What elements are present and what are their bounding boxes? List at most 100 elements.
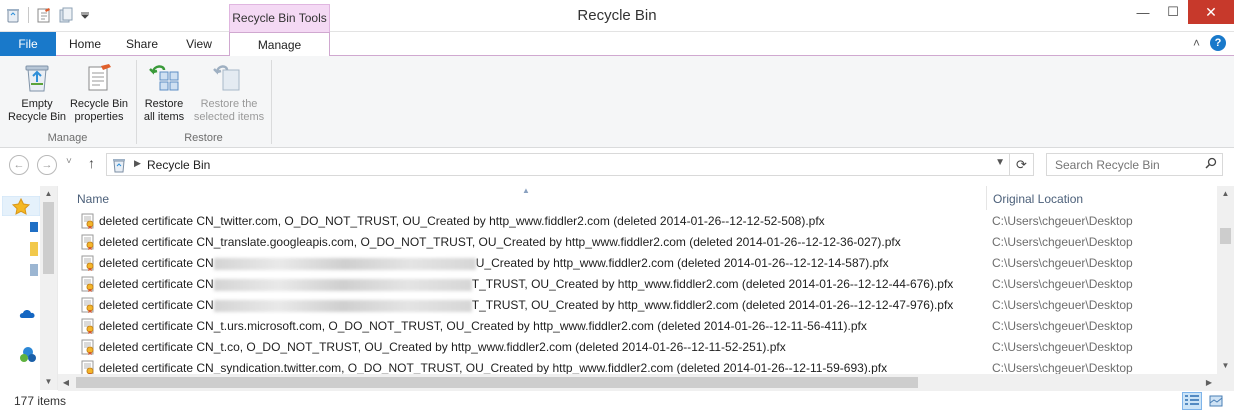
navigation-pane: ▲ ▼ (0, 186, 58, 390)
status-bar: 177 items (0, 391, 1234, 412)
scroll-up-arrow-icon[interactable]: ▲ (40, 186, 57, 202)
search-box[interactable] (1046, 153, 1223, 176)
recent-places-icon[interactable] (30, 264, 38, 276)
table-row[interactable]: deleted certificate CN_syndication.twitt… (58, 357, 1218, 374)
table-row[interactable]: deleted certificate CN T_TRUST, OU_Create… (58, 273, 1218, 294)
desktop-icon[interactable] (30, 222, 38, 232)
search-icon[interactable] (1205, 157, 1217, 172)
address-bar[interactable]: ▶ Recycle Bin ▼ ⟳ (106, 153, 1034, 176)
tab-view[interactable]: View (172, 32, 226, 56)
file-name-suffix: U_Created by http_www.fiddler2.com (dele… (475, 256, 889, 270)
empty-bin-label-line2: Recycle Bin (7, 111, 67, 123)
manage-group: Empty Recycle Bin Recycle Bin properties… (0, 58, 135, 146)
file-list-vertical-scrollbar[interactable]: ▲ ▼ (1217, 186, 1234, 374)
redacted-text (213, 278, 472, 291)
quick-access-toolbar (4, 4, 95, 26)
file-name[interactable]: deleted certificate CN_translate.googlea… (99, 235, 901, 249)
empty-recycle-bin-button[interactable]: Empty Recycle Bin (6, 60, 68, 124)
restore-selected-items-button[interactable]: Restore the selected items (189, 60, 269, 124)
ribbon-right-controls: ˄ ? (1193, 35, 1226, 51)
up-button[interactable]: ↑ (88, 155, 95, 171)
certificate-file-icon (80, 213, 96, 229)
restore-group: Restore all items Restore the selected i… (137, 58, 270, 146)
customize-qat-chevron-icon[interactable] (79, 6, 91, 24)
original-location: C:\Users\chgeuer\Desktop (992, 298, 1133, 312)
tab-home[interactable]: Home (58, 32, 112, 56)
properties-label-line2: properties (74, 111, 124, 123)
file-name[interactable]: deleted certificate CN_syndication.twitt… (99, 361, 887, 374)
minimize-button[interactable]: — (1128, 0, 1158, 24)
file-name-prefix: deleted certificate CN (99, 256, 214, 270)
column-header-name[interactable]: Name (77, 192, 109, 206)
breadcrumb[interactable]: Recycle Bin (147, 158, 210, 172)
certificate-file-icon (80, 339, 96, 355)
file-name[interactable]: deleted certificate CN T_TRUST, OU_Create… (99, 298, 953, 312)
title-bar: Recycle Bin Tools Recycle Bin — ☐ ✕ (0, 0, 1234, 32)
file-name[interactable]: deleted certificate CN T_TRUST, OU_Create… (99, 277, 953, 291)
new-folder-icon[interactable] (57, 6, 75, 24)
manage-group-label: Manage (47, 132, 88, 144)
scroll-up-arrow-icon[interactable]: ▲ (1217, 186, 1234, 202)
address-dropdown-icon[interactable]: ▼ (995, 157, 1005, 168)
collapse-ribbon-icon[interactable]: ˄ (1193, 36, 1200, 50)
table-row[interactable]: deleted certificate CN_t.co, O_DO_NOT_TR… (58, 336, 1218, 357)
scroll-right-arrow-icon[interactable]: ▶ (1201, 374, 1217, 391)
restore-selected-icon (213, 65, 240, 91)
onedrive-icon[interactable] (18, 304, 38, 324)
scroll-thumb[interactable] (43, 202, 54, 274)
table-row[interactable]: deleted certificate CN T_TRUST, OU_Create… (58, 294, 1218, 315)
navigation-pane-scrollbar[interactable]: ▲ ▼ (40, 186, 57, 390)
table-row[interactable]: deleted certificate CN U_Created by http_… (58, 252, 1218, 273)
file-name[interactable]: deleted certificate CN_t.urs.microsoft.c… (99, 319, 867, 333)
original-location: C:\Users\chgeuer\Desktop (992, 277, 1133, 291)
window-title: Recycle Bin (577, 7, 657, 24)
original-location: C:\Users\chgeuer\Desktop (992, 340, 1133, 354)
restore-all-label-line2: all items (143, 111, 185, 123)
scroll-left-arrow-icon[interactable]: ◀ (58, 374, 74, 391)
restore-all-items-button[interactable]: Restore all items (139, 60, 189, 124)
file-name[interactable]: deleted certificate CN_twitter.com, O_DO… (99, 214, 825, 228)
tab-file[interactable]: File (0, 32, 56, 56)
close-button[interactable]: ✕ (1188, 0, 1234, 24)
maximize-button[interactable]: ☐ (1158, 0, 1188, 24)
file-name[interactable]: deleted certificate CN U_Created by http_… (99, 256, 889, 270)
homegroup-icon[interactable] (18, 344, 38, 364)
forward-button[interactable]: → (37, 155, 57, 175)
file-name[interactable]: deleted certificate CN_t.co, O_DO_NOT_TR… (99, 340, 786, 354)
certificate-file-icon (80, 360, 96, 374)
recycle-bin-properties-button[interactable]: Recycle Bin properties (68, 60, 130, 124)
ribbon-body: Empty Recycle Bin Recycle Bin properties… (0, 56, 1234, 148)
recycle-bin-app-icon[interactable] (4, 6, 22, 24)
table-row[interactable]: deleted certificate CN_twitter.com, O_DO… (58, 210, 1218, 231)
table-row[interactable]: deleted certificate CN_translate.googlea… (58, 231, 1218, 252)
file-name-suffix: T_TRUST, OU_Created by http_www.fiddler2… (471, 277, 954, 291)
scroll-down-arrow-icon[interactable]: ▼ (1217, 358, 1234, 374)
scroll-thumb[interactable] (76, 377, 918, 388)
original-location: C:\Users\chgeuer\Desktop (992, 256, 1133, 270)
scroll-thumb[interactable] (1220, 228, 1231, 244)
help-icon[interactable]: ? (1210, 35, 1226, 51)
properties-icon[interactable] (35, 6, 53, 24)
search-input[interactable] (1047, 154, 1197, 175)
empty-bin-label-line1: Empty (21, 98, 53, 110)
large-icons-view-button[interactable] (1206, 392, 1226, 410)
details-view-button[interactable] (1182, 392, 1202, 410)
downloads-icon[interactable] (30, 242, 38, 256)
certificate-file-icon (80, 318, 96, 334)
column-divider[interactable] (986, 186, 987, 210)
recent-locations-chevron-icon[interactable]: ˅ (66, 156, 72, 167)
certificate-file-icon (80, 255, 96, 271)
tab-share[interactable]: Share (114, 32, 170, 56)
table-row[interactable]: deleted certificate CN_t.urs.microsoft.c… (58, 315, 1218, 336)
recycle-bin-tools-header: Recycle Bin Tools (229, 4, 330, 32)
breadcrumb-chevron-icon[interactable]: ▶ (134, 158, 141, 169)
back-button[interactable]: ← (9, 155, 29, 175)
column-header-original-location[interactable]: Original Location (993, 192, 1083, 206)
refresh-icon[interactable]: ⟳ (1009, 154, 1033, 175)
scroll-down-arrow-icon[interactable]: ▼ (40, 374, 57, 390)
certificate-file-icon (80, 276, 96, 292)
original-location: C:\Users\chgeuer\Desktop (992, 235, 1133, 249)
restore-selected-label-line2: selected items (193, 111, 265, 123)
file-list-horizontal-scrollbar[interactable]: ◀ ▶ (58, 374, 1234, 391)
tab-manage[interactable]: Manage (229, 32, 330, 57)
